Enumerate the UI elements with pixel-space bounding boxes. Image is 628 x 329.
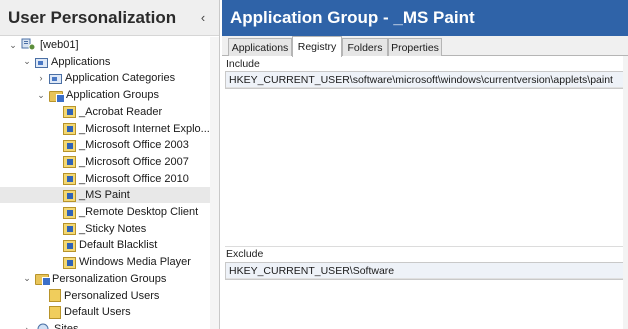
- tab-bar: Applications Registry Folders Properties: [222, 36, 628, 57]
- collapse-chevron-icon[interactable]: ⌄: [22, 56, 32, 67]
- tree-toggle-empty: [50, 207, 60, 217]
- collapse-chevron-icon[interactable]: ⌄: [36, 90, 46, 100]
- tree-item[interactable]: _MS Paint: [0, 187, 219, 204]
- sites-icon: [35, 322, 51, 329]
- expand-chevron-icon[interactable]: ›: [22, 324, 32, 329]
- exclude-table: HKEY_CURRENT_USER\Software: [225, 262, 625, 280]
- user-folder-icon: [49, 305, 61, 319]
- expand-chevron-icon[interactable]: ›: [36, 73, 46, 83]
- tree-item-label: _Microsoft Office 2007: [79, 155, 189, 168]
- app-group-item-icon: [63, 256, 76, 269]
- tab-registry[interactable]: Registry: [292, 36, 342, 57]
- tree-toggle-empty: [50, 257, 60, 267]
- tree-toggle-empty: [36, 307, 46, 317]
- navigation-title: User Personalization: [8, 7, 177, 27]
- app-group-item-icon: [63, 106, 76, 119]
- tree-item-label: Personalization Groups: [52, 272, 167, 285]
- app-group-item-icon: [63, 239, 76, 252]
- tree-item[interactable]: Personalized Users: [0, 288, 219, 304]
- details-header: Application Group - _MS Paint: [222, 0, 628, 36]
- include-table: HKEY_CURRENT_USER\software\microsoft\win…: [225, 71, 625, 89]
- include-row[interactable]: HKEY_CURRENT_USER\software\microsoft\win…: [226, 72, 624, 88]
- app-group-item-icon: [63, 206, 76, 219]
- tree-item[interactable]: ⌄ Applications: [0, 54, 219, 70]
- tree-item-label: Default Users: [64, 306, 131, 319]
- tree-item[interactable]: ⌄ [web01]: [0, 37, 219, 53]
- group-folder-icon: [35, 274, 51, 287]
- exclude-row[interactable]: HKEY_CURRENT_USER\Software: [226, 263, 624, 279]
- tree-item[interactable]: Default Users: [0, 304, 219, 320]
- tab-applications[interactable]: Applications: [228, 38, 292, 56]
- tree-toggle-empty: [50, 174, 60, 184]
- section-divider[interactable]: [225, 246, 625, 247]
- app-group-item-icon: [63, 173, 76, 186]
- tree-item-label: Application Groups: [66, 89, 159, 102]
- tree-item[interactable]: _Microsoft Office 2010: [0, 171, 219, 187]
- tree-toggle-empty: [50, 224, 60, 234]
- collapse-chevron-icon[interactable]: ⌄: [8, 40, 18, 50]
- tab-properties[interactable]: Properties: [388, 38, 442, 56]
- tree-item[interactable]: › Application Categories: [0, 70, 219, 86]
- tree-item[interactable]: _Microsoft Office 2007: [0, 154, 219, 170]
- tree-item-label: _Acrobat Reader: [79, 105, 163, 118]
- app-group-item-icon: [63, 123, 76, 135]
- details-scrollbar[interactable]: [623, 56, 628, 329]
- tree-item[interactable]: _Remote Desktop Client: [0, 204, 219, 220]
- tree-toggle-empty: [50, 157, 60, 167]
- exclude-label: Exclude: [226, 248, 264, 260]
- application-icon: [49, 74, 62, 85]
- navigation-header: User Personalization ‹: [0, 0, 219, 36]
- tree-item[interactable]: Windows Media Player: [0, 254, 219, 270]
- tree-toggle-empty: [50, 240, 60, 250]
- tree-toggle-empty: [50, 124, 60, 134]
- user-folder-icon: [49, 289, 61, 302]
- tree-toggle-empty: [36, 291, 46, 301]
- tree-item-label: [web01]: [40, 39, 79, 51]
- tree-toggle-empty: [50, 190, 60, 200]
- tree-item-label: Application Categories: [65, 72, 176, 85]
- details-title: Application Group - _MS Paint: [230, 8, 475, 27]
- tree-item-label: _Microsoft Office 2003: [79, 139, 189, 152]
- tree-item[interactable]: _Microsoft Internet Explo...: [0, 121, 219, 137]
- tree-toggle-empty: [50, 107, 60, 117]
- tree-item-label: _Microsoft Internet Explo...: [79, 122, 210, 135]
- tab-folders[interactable]: Folders: [342, 38, 388, 56]
- app-group-item-icon: [63, 189, 76, 202]
- app-group-item-icon: [63, 223, 76, 236]
- tree-item[interactable]: ⌄ Personalization Groups: [0, 271, 219, 287]
- app-group-item-icon: [63, 139, 76, 152]
- group-folder-icon: [49, 90, 65, 103]
- application-icon: [35, 57, 48, 68]
- tree-item[interactable]: _Microsoft Office 2003: [0, 137, 219, 153]
- tree-item[interactable]: › Sites: [0, 321, 219, 329]
- collapse-pane-button[interactable]: ‹: [195, 10, 211, 26]
- tree-item[interactable]: Default Blacklist: [0, 237, 219, 253]
- tree-item-label: Sites: [54, 322, 79, 329]
- tree-item-label: Applications: [51, 55, 111, 68]
- tree-item-label: Windows Media Player: [79, 256, 191, 269]
- server-icon: [21, 38, 37, 52]
- navigation-pane: User Personalization ‹ ⌄ [web01] ⌄ Applicat…: [0, 0, 220, 329]
- include-label: Include: [226, 58, 260, 70]
- tree-item[interactable]: ⌄ Application Groups: [0, 87, 219, 103]
- tree-item-label: _Sticky Notes: [79, 222, 147, 235]
- app-group-item-icon: [63, 156, 76, 169]
- tree-item-label: _Remote Desktop Client: [79, 206, 199, 218]
- tree-item[interactable]: _Sticky Notes: [0, 221, 219, 237]
- tree-item-label: _Microsoft Office 2010: [79, 172, 189, 185]
- tree-item-label: Personalized Users: [64, 289, 160, 302]
- tree-item-label: _MS Paint: [79, 189, 130, 202]
- navigation-scrollbar[interactable]: [210, 37, 219, 329]
- details-pane: Application Group - _MS Paint Applicatio…: [222, 0, 628, 329]
- tree-item[interactable]: _Acrobat Reader: [0, 104, 219, 120]
- collapse-chevron-icon[interactable]: ⌄: [22, 273, 32, 284]
- tree-item-label: Default Blacklist: [79, 239, 158, 252]
- tree-toggle-empty: [50, 140, 60, 150]
